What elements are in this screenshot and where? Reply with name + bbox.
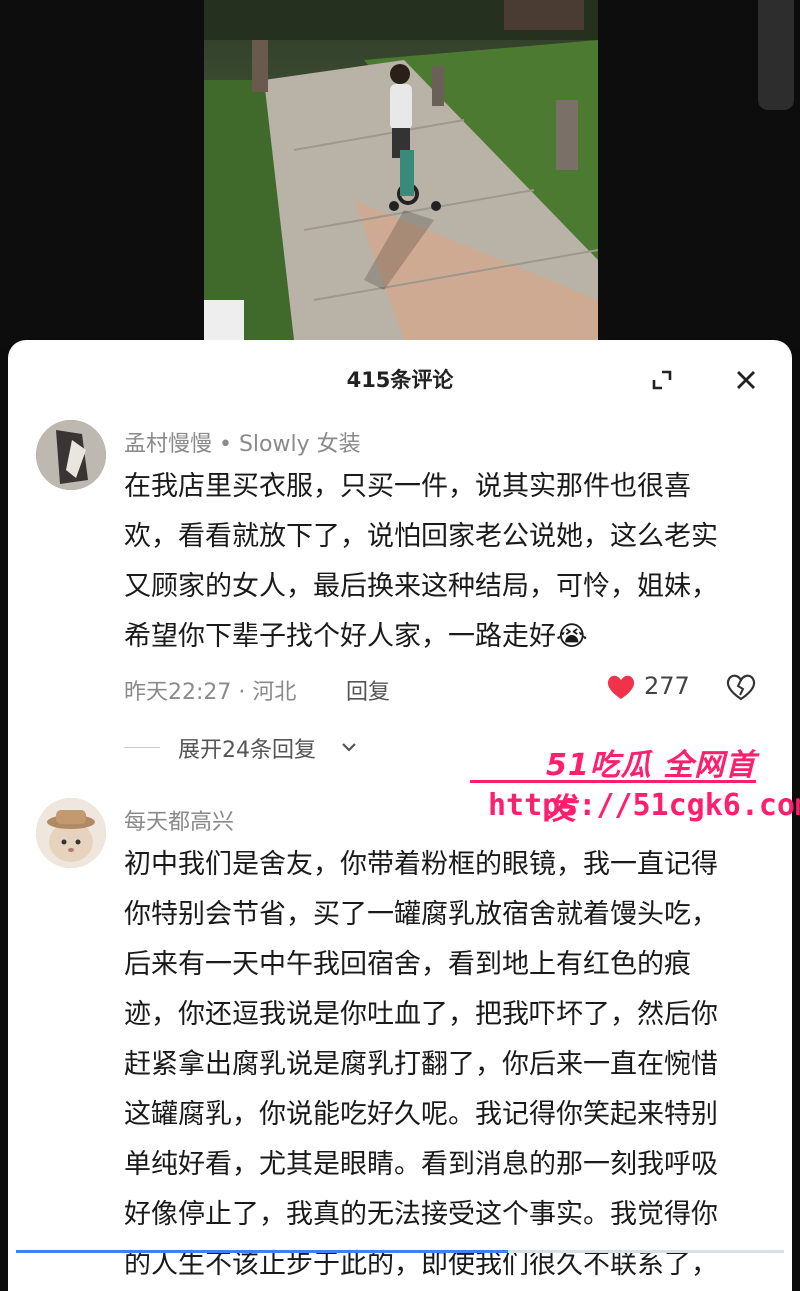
- comment-line: 迹，你还逗我说是你吐血了，把我吓坏了，然后你: [124, 999, 718, 1030]
- divider: [124, 747, 160, 748]
- comment-author[interactable]: 每天都高兴: [124, 804, 234, 836]
- comment-text: 初中我们是舍友，你带着粉框的眼镜，我一直记得 你特别会节省，买了一罐腐乳放宿舍就…: [124, 840, 744, 1290]
- reply-button[interactable]: 回复: [346, 674, 390, 706]
- expand-icon[interactable]: [646, 364, 678, 396]
- avatar-image: [36, 420, 106, 490]
- comment-author[interactable]: 孟村慢慢 • Slowly 女装: [124, 426, 361, 458]
- comment-line: 在我店里买衣服，只买一件，说其实那件也很喜: [124, 471, 691, 502]
- video-progress-bar[interactable]: [16, 1250, 784, 1253]
- comment-line: 又顾家的女人，最后换来这种结局，可怜，姐妹，: [124, 571, 718, 602]
- comment-line: 你特别会节省，买了一罐腐乳放宿舍就着馒头吃，: [124, 899, 718, 930]
- chevron-down-icon: [342, 743, 356, 752]
- comment-line: 单纯好看，尤其是眼睛。看到消息的那一刻我呼吸: [124, 1149, 718, 1180]
- comment-line: 欢，看看就放下了，说怕回家老公说她，这么老实: [124, 521, 718, 552]
- comment-line: 好像停止了，我真的无法接受这个事实。我觉得你: [124, 1199, 718, 1230]
- comment-text: 在我店里买衣服，只买一件，说其实那件也很喜 欢，看看就放下了，说怕回家老公说她，…: [124, 462, 744, 662]
- comment-line: 后来有一天中午我回宿舍，看到地上有红色的痕: [124, 949, 691, 980]
- comment-line: 初中我们是舍友，你带着粉框的眼镜，我一直记得: [124, 849, 718, 880]
- video-frame[interactable]: [204, 0, 598, 340]
- expand-replies-label[interactable]: 展开24条回复: [178, 732, 316, 764]
- video-area[interactable]: [0, 0, 800, 350]
- panel-header: 415条评论: [8, 340, 792, 418]
- close-icon[interactable]: [730, 364, 762, 396]
- comment-line: 的人生不该止步于此的，即使我们很久不联系了，: [124, 1249, 718, 1280]
- avatar[interactable]: [36, 420, 106, 490]
- video-scene: [204, 0, 598, 340]
- comment-time-location: 昨天22:27 · 河北: [124, 680, 297, 705]
- avatar[interactable]: [36, 798, 106, 868]
- comment-line: 赶紧拿出腐乳说是腐乳打翻了，你后来一直在惋惜: [124, 1049, 718, 1080]
- comment-line: 这罐腐乳，你说能吃好久呢。我记得你笑起来特别: [124, 1099, 718, 1130]
- broken-heart-icon[interactable]: [724, 670, 758, 704]
- comment-line: 希望你下辈子找个好人家，一路走好😭: [124, 621, 588, 652]
- video-progress-fill: [16, 1250, 508, 1253]
- like-count: 277: [644, 672, 690, 700]
- avatar-image: [36, 798, 106, 868]
- comments-panel: 415条评论 孟村慢慢 • Slowly 女装 在我店里买衣服，只买一件，说其实…: [8, 340, 792, 1291]
- comment-meta: 昨天22:27 · 河北 回复 277: [124, 668, 764, 708]
- side-handle[interactable]: [758, 0, 794, 110]
- heart-icon[interactable]: [604, 670, 638, 704]
